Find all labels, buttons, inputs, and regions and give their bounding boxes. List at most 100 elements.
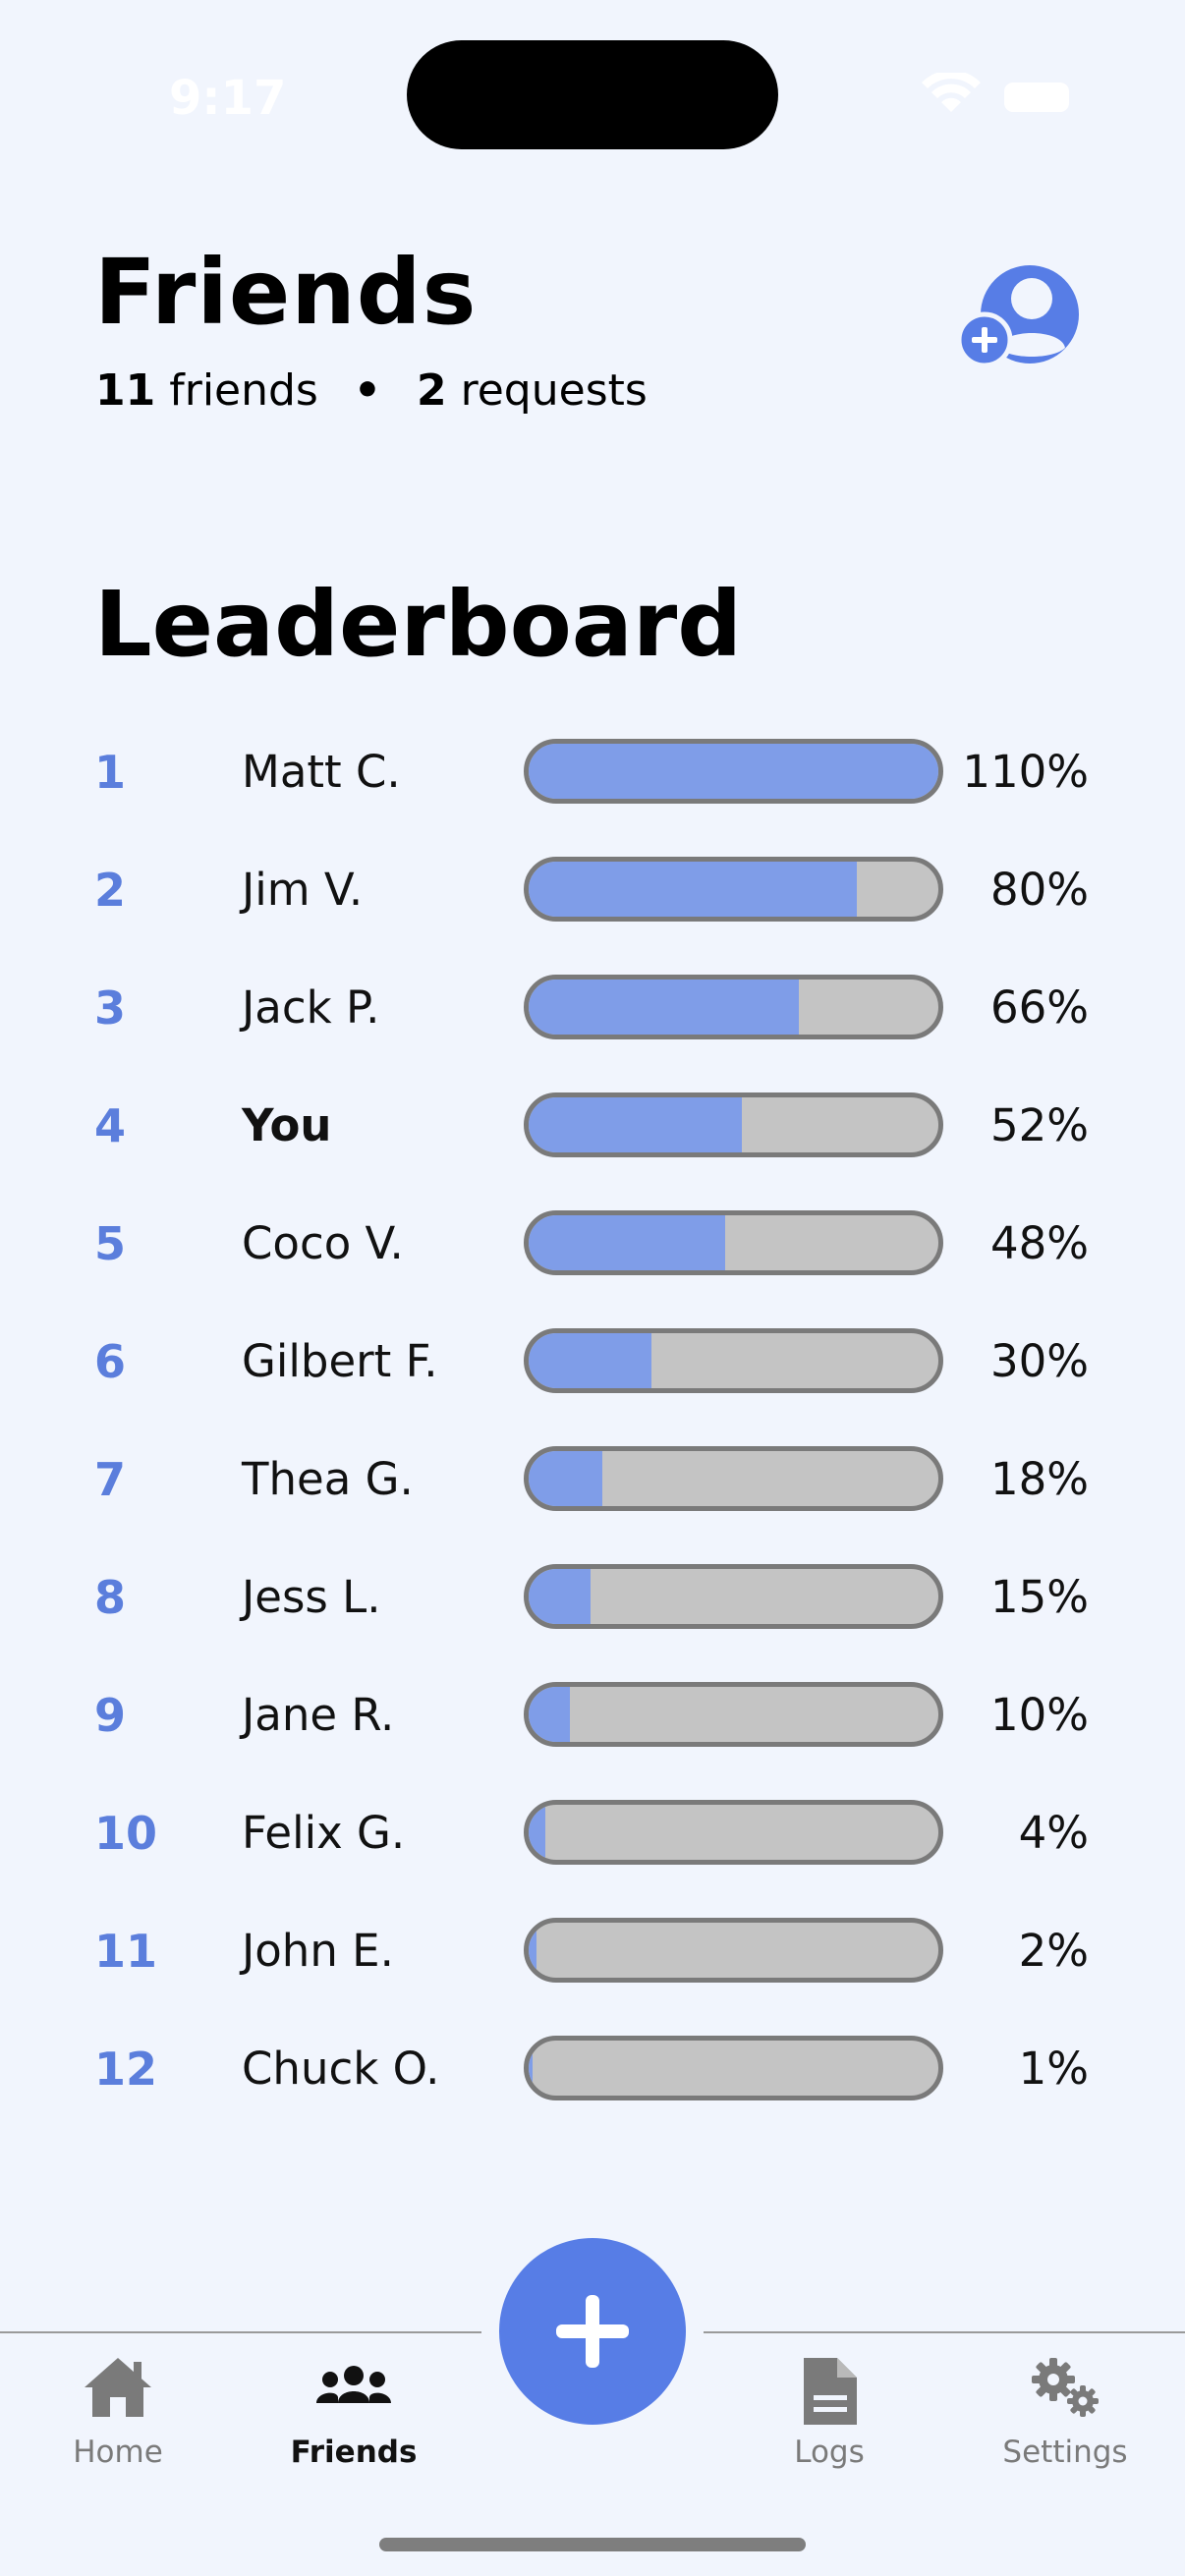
add-log-button[interactable] — [499, 2238, 686, 2425]
rank-number: 2 — [94, 864, 127, 917]
battery-icon — [1004, 83, 1069, 112]
leaderboard-row[interactable]: 10 Felix G. 4% — [0, 1794, 1185, 1873]
nav-settings[interactable]: Settings — [967, 2348, 1163, 2470]
progress-percent: 48% — [989, 1217, 1089, 1269]
page-title: Friends — [94, 240, 478, 345]
requests-label[interactable]: requests — [461, 365, 648, 416]
progress-bar — [524, 1682, 943, 1747]
leaderboard-row[interactable]: 6 Gilbert F. 30% — [0, 1322, 1185, 1401]
progress-fill — [529, 1097, 742, 1152]
progress-fill — [529, 862, 857, 917]
leaderboard-row[interactable]: 1 Matt C. 110% — [0, 733, 1185, 812]
nav-home[interactable]: Home — [20, 2348, 216, 2470]
progress-fill — [529, 1451, 603, 1506]
progress-fill — [529, 1215, 726, 1270]
progress-fill — [529, 1923, 537, 1978]
progress-fill — [529, 744, 938, 799]
home-indicator — [379, 2538, 806, 2551]
dynamic-island — [407, 40, 778, 149]
progress-percent: 30% — [989, 1335, 1089, 1387]
leaderboard-row[interactable]: 12 Chuck O. 1% — [0, 2030, 1185, 2108]
progress-bar — [524, 1800, 943, 1865]
nav-label-logs: Logs — [794, 2435, 865, 2470]
nav-label-settings: Settings — [1002, 2435, 1128, 2470]
gear-icon — [1032, 2358, 1099, 2417]
friend-name: Jane R. — [242, 1689, 395, 1741]
rank-number: 10 — [94, 1807, 158, 1860]
progress-fill — [529, 1569, 591, 1624]
friend-name: Gilbert F. — [242, 1335, 438, 1387]
leaderboard-row[interactable]: 8 Jess L. 15% — [0, 1558, 1185, 1637]
rank-number: 11 — [94, 1925, 158, 1978]
rank-number: 6 — [94, 1335, 127, 1388]
nav-friends[interactable]: Friends — [255, 2348, 452, 2470]
leaderboard-row[interactable]: 3 Jack P. 66% — [0, 969, 1185, 1047]
rank-number: 8 — [94, 1571, 127, 1624]
friend-name: Matt C. — [242, 746, 401, 798]
progress-bar — [524, 857, 943, 922]
leaderboard-title: Leaderboard — [94, 572, 743, 677]
progress-bar — [524, 975, 943, 1039]
requests-count: 2 — [416, 365, 447, 416]
progress-percent: 52% — [989, 1099, 1089, 1151]
leaderboard-row[interactable]: 7 Thea G. 18% — [0, 1440, 1185, 1519]
nav-label-friends: Friends — [290, 2435, 418, 2470]
friend-name: Coco V. — [242, 1217, 404, 1269]
progress-fill — [529, 2041, 534, 2096]
wifi-icon — [922, 73, 981, 112]
rank-number: 7 — [94, 1453, 127, 1506]
progress-percent: 2% — [1018, 1925, 1089, 1977]
friend-name: Chuck O. — [242, 2043, 440, 2095]
friend-name: Jess L. — [242, 1571, 381, 1623]
progress-bar — [524, 1564, 943, 1629]
leaderboard-row[interactable]: 4 You 52% — [0, 1087, 1185, 1165]
friend-name: Jim V. — [242, 864, 364, 916]
leaderboard-row[interactable]: 5 Coco V. 48% — [0, 1204, 1185, 1283]
progress-bar — [524, 1918, 943, 1983]
status-time: 9:17 — [169, 71, 287, 126]
progress-percent: 10% — [989, 1689, 1089, 1741]
friends-summary: 11 friends • 2 requests — [95, 365, 648, 416]
progress-percent: 4% — [1018, 1807, 1089, 1859]
friends-icon — [316, 2366, 391, 2403]
progress-percent: 15% — [989, 1571, 1089, 1623]
progress-percent: 110% — [962, 746, 1089, 798]
progress-fill — [529, 980, 800, 1035]
rank-number: 9 — [94, 1689, 127, 1742]
leaderboard-row[interactable]: 11 John E. 2% — [0, 1912, 1185, 1990]
progress-fill — [529, 1333, 652, 1388]
friend-name: Thea G. — [242, 1453, 414, 1505]
add-friend-button[interactable] — [956, 263, 1085, 373]
rank-number: 5 — [94, 1217, 127, 1270]
friend-name: Felix G. — [242, 1807, 406, 1859]
logs-icon — [804, 2358, 857, 2425]
progress-bar — [524, 2036, 943, 2100]
friends-count: 11 — [95, 365, 156, 416]
nav-logs[interactable]: Logs — [731, 2348, 928, 2470]
friend-name: You — [242, 1099, 332, 1151]
rank-number: 1 — [94, 746, 127, 799]
progress-fill — [529, 1805, 545, 1860]
progress-bar — [524, 739, 943, 804]
progress-percent: 80% — [989, 864, 1089, 916]
rank-number: 4 — [94, 1099, 127, 1152]
progress-percent: 1% — [1018, 2043, 1089, 2095]
progress-bar — [524, 1328, 943, 1393]
progress-bar — [524, 1092, 943, 1157]
leaderboard-row[interactable]: 9 Jane R. 10% — [0, 1676, 1185, 1755]
rank-number: 12 — [94, 2043, 158, 2096]
progress-fill — [529, 1687, 570, 1742]
progress-bar — [524, 1210, 943, 1275]
friend-name: John E. — [242, 1925, 394, 1977]
home-icon — [85, 2358, 151, 2417]
friend-name: Jack P. — [242, 981, 380, 1034]
progress-percent: 66% — [989, 981, 1089, 1034]
leaderboard-row[interactable]: 2 Jim V. 80% — [0, 851, 1185, 929]
nav-label-home: Home — [73, 2435, 163, 2470]
friends-label: friends — [169, 365, 318, 416]
separator-dot: • — [353, 365, 381, 416]
progress-percent: 18% — [989, 1453, 1089, 1505]
progress-bar — [524, 1446, 943, 1511]
rank-number: 3 — [94, 981, 127, 1035]
add-person-icon — [956, 265, 1079, 368]
